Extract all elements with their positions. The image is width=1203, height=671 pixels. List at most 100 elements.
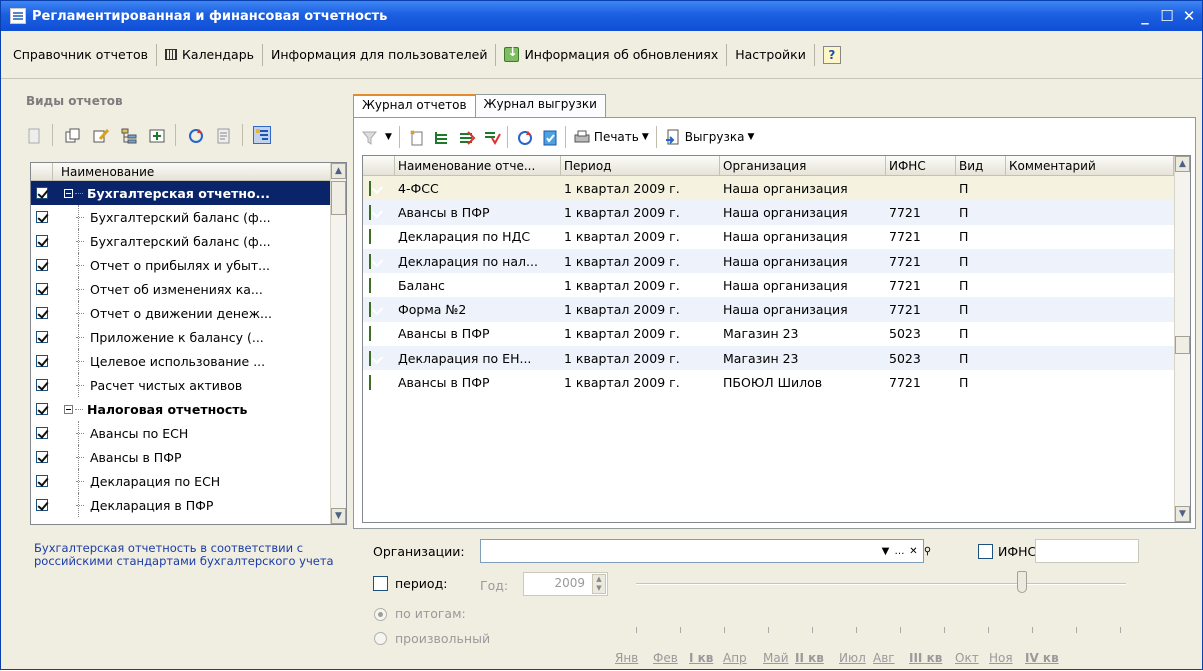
tree-group-item[interactable]: Налоговая отчетность <box>31 397 346 421</box>
radio-custom[interactable] <box>374 632 387 645</box>
column-header-period[interactable]: Период <box>561 156 720 175</box>
period-link[interactable]: IV кв <box>1025 651 1059 665</box>
properties-icon[interactable] <box>214 126 232 144</box>
tree-item-checkbox[interactable] <box>36 211 48 223</box>
tree-scroll-thumb[interactable] <box>331 181 346 215</box>
edit-icon[interactable] <box>91 126 110 144</box>
column-header-name[interactable]: Наименование <box>53 163 154 180</box>
scroll-down-icon[interactable]: ▼ <box>331 508 346 524</box>
org-dropdown-icon[interactable]: ▼ <box>879 542 892 560</box>
tree-item-checkbox[interactable] <box>36 427 48 439</box>
tree-item-checkbox[interactable] <box>36 259 48 271</box>
menu-user-info[interactable]: Информация для пользователей <box>265 43 493 67</box>
table-row[interactable]: Форма №2 1 квартал 2009 г. Наша организаци… <box>363 297 1190 322</box>
tree-item-checkbox[interactable] <box>36 307 48 319</box>
tree-item[interactable]: Расчет чистых активов <box>31 373 346 397</box>
hierarchy-icon[interactable] <box>119 126 137 144</box>
tree-item[interactable]: Отчет о движении денеж... <box>31 301 346 325</box>
grid-scroll-thumb[interactable] <box>1175 336 1190 354</box>
tree-item[interactable]: Бухгалтерский баланс (ф... <box>31 205 346 229</box>
period-link[interactable]: III кв <box>909 651 942 665</box>
tree-item[interactable]: Целевое использование ... <box>31 349 346 373</box>
column-header-report-name[interactable]: Наименование отче... <box>395 156 561 175</box>
menu-settings[interactable]: Настройки <box>729 43 812 67</box>
maximize-icon[interactable]: ☐ <box>1160 7 1174 25</box>
ifns-input[interactable] <box>1035 539 1139 563</box>
grid-scroll-up-icon[interactable]: ▲ <box>1175 156 1190 172</box>
ifns-checkbox[interactable] <box>978 544 993 559</box>
scroll-up-icon[interactable]: ▲ <box>331 163 346 179</box>
period-link[interactable]: II кв <box>795 651 824 665</box>
menu-updates-info[interactable]: Информация об обновлениях <box>498 43 724 67</box>
tree-item-checkbox[interactable] <box>36 403 48 415</box>
new-report-icon[interactable] <box>24 126 42 144</box>
tree-item-checkbox[interactable] <box>36 379 48 391</box>
period-slider-track[interactable] <box>636 583 1126 585</box>
print-button[interactable]: Печать ▼ <box>573 129 649 145</box>
refresh-icon[interactable] <box>186 126 204 144</box>
column-header-kind[interactable]: Вид <box>956 156 1006 175</box>
table-row[interactable]: Декларация по нал... 1 квартал 2009 г. Наш… <box>363 248 1190 274</box>
filter-dropdown-icon[interactable]: ▼ <box>385 132 392 142</box>
export-button[interactable]: Выгрузка ▼ <box>664 128 754 146</box>
table-row[interactable]: Авансы в ПФР 1 квартал 2009 г. Магазин 23 5… <box>363 322 1190 346</box>
org-search-icon[interactable]: ⚲ <box>921 542 934 560</box>
tree-item[interactable]: Отчет об изменениях ка... <box>31 277 346 301</box>
show-hierarchy-icon[interactable] <box>253 126 271 144</box>
period-slider-handle[interactable] <box>1017 571 1027 593</box>
table-row[interactable]: Авансы в ПФР 1 квартал 2009 г. Наша органи… <box>363 200 1190 225</box>
column-header-ifns[interactable]: ИФНС <box>886 156 956 175</box>
tree-item-checkbox[interactable] <box>36 499 48 511</box>
table-row[interactable]: Декларация по НДС 1 квартал 2009 г. Наша о… <box>363 225 1190 249</box>
period-link[interactable]: Апр <box>723 651 747 665</box>
menu-calendar[interactable]: Календарь <box>159 43 260 67</box>
filter-icon[interactable] <box>360 128 378 146</box>
report-types-tree[interactable]: Наименование Бухгалтерская отчетно... Бух… <box>30 162 347 525</box>
period-link[interactable]: Июл <box>839 651 866 665</box>
period-link[interactable]: Авг <box>873 651 895 665</box>
grid-scroll-down-icon[interactable]: ▼ <box>1175 506 1190 522</box>
tree-item[interactable]: Декларация в ПФР <box>31 493 346 517</box>
period-link[interactable]: Май <box>763 651 789 665</box>
open-report-icon[interactable] <box>540 128 558 146</box>
tree-item-checkbox[interactable] <box>36 331 48 343</box>
collapse-all-icon[interactable] <box>457 128 476 146</box>
period-link[interactable]: Окт <box>955 651 979 665</box>
tree-item-checkbox[interactable] <box>36 187 48 199</box>
help-button[interactable]: ? <box>817 43 847 67</box>
tree-item[interactable]: Отчет о прибылях и убыт... <box>31 253 346 277</box>
tree-item-checkbox[interactable] <box>36 283 48 295</box>
copy-icon[interactable] <box>63 126 81 144</box>
tree-item-checkbox[interactable] <box>36 475 48 487</box>
collapse-toggle-icon[interactable] <box>64 404 73 414</box>
tree-item[interactable]: Декларация по ЕСН <box>31 469 346 493</box>
period-checkbox[interactable] <box>373 576 388 591</box>
refresh-journal-icon[interactable] <box>515 128 533 146</box>
menu-reports-directory[interactable]: Справочник отчетов <box>7 43 154 67</box>
group-icon[interactable] <box>147 126 165 144</box>
period-link[interactable]: Янв <box>615 651 638 665</box>
minimize-icon[interactable]: _ <box>1138 7 1152 25</box>
table-row[interactable]: 4-ФСС 1 квартал 2009 г. Наша организация П <box>363 176 1190 201</box>
tree-item[interactable]: Бухгалтерский баланс (ф... <box>31 229 346 253</box>
tree-item-checkbox[interactable] <box>36 355 48 367</box>
mark-icon[interactable] <box>482 128 501 146</box>
table-row[interactable]: Декларация по ЕН... 1 квартал 2009 г. Мага… <box>363 346 1190 371</box>
tree-item[interactable]: Авансы по ЕСН <box>31 421 346 445</box>
table-row[interactable]: Баланс 1 квартал 2009 г. Наша организация 7… <box>363 273 1190 297</box>
column-header-organization[interactable]: Организация <box>720 156 886 175</box>
grid-scrollbar[interactable]: ▲ ▼ <box>1174 156 1190 522</box>
expand-all-icon[interactable] <box>432 128 450 146</box>
tree-item[interactable]: Авансы в ПФР <box>31 445 346 469</box>
tab-export-journal[interactable]: Журнал выгрузки <box>474 94 606 117</box>
year-input[interactable]: 2009 ▲ ▼ <box>523 572 608 596</box>
org-clear-icon[interactable]: ✕ <box>907 542 920 560</box>
period-link[interactable]: I кв <box>689 651 713 665</box>
tree-group-item[interactable]: Бухгалтерская отчетно... <box>31 181 346 205</box>
collapse-toggle-icon[interactable] <box>64 188 73 198</box>
tree-item-checkbox[interactable] <box>36 451 48 463</box>
period-link[interactable]: Ноя <box>989 651 1013 665</box>
tab-reports-journal[interactable]: Журнал отчетов <box>353 94 476 118</box>
reports-grid[interactable]: Наименование отче... Период Организация … <box>362 155 1191 523</box>
radio-totals[interactable] <box>374 608 387 621</box>
